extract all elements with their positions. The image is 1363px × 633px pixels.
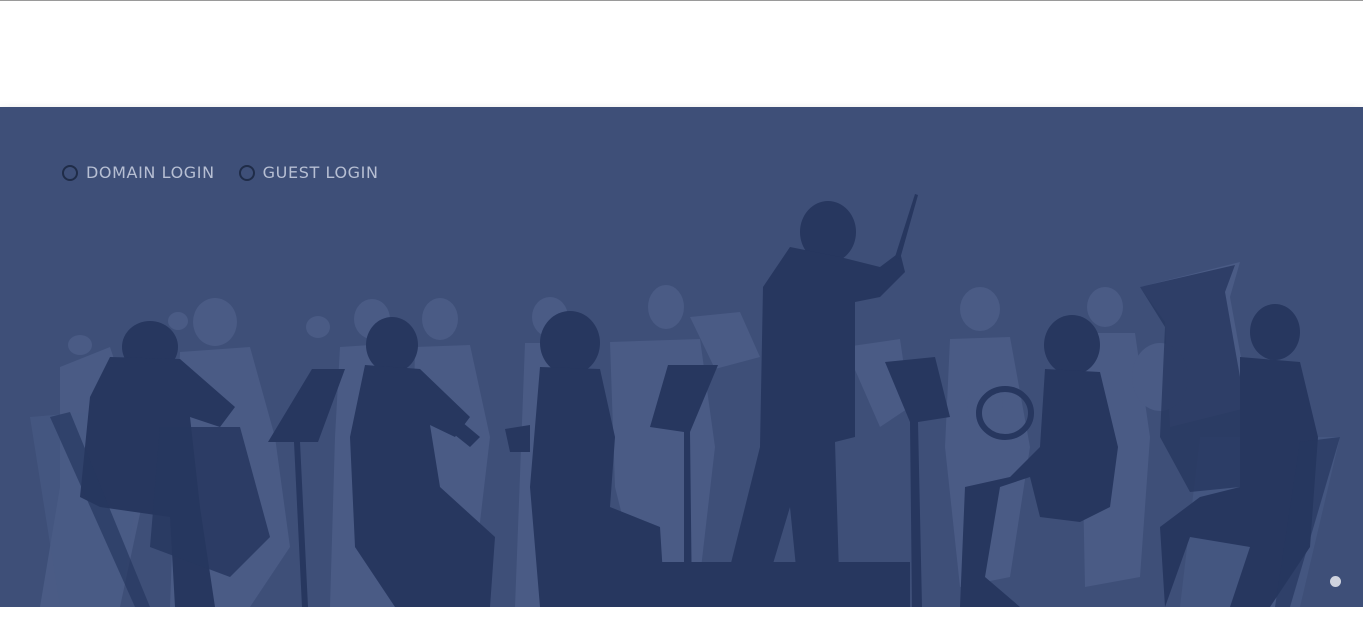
guest-login-radio[interactable] [238,164,255,181]
footer-area [0,607,1363,633]
domain-login-label[interactable]: DOMAIN LOGIN [86,163,215,182]
carousel-dot-indicator[interactable] [1330,576,1341,587]
domain-login-radio[interactable] [62,164,78,181]
guest-login-label[interactable]: GUEST LOGIN [263,163,379,182]
guest-login-option[interactable]: GUEST LOGIN [238,163,379,182]
hero-banner: DOMAIN LOGIN GUEST LOGIN [0,107,1363,607]
login-type-selector: DOMAIN LOGIN GUEST LOGIN [62,163,379,182]
header-area [0,1,1363,107]
orchestra-silhouette [30,194,1340,607]
domain-login-option[interactable]: DOMAIN LOGIN [62,163,215,182]
